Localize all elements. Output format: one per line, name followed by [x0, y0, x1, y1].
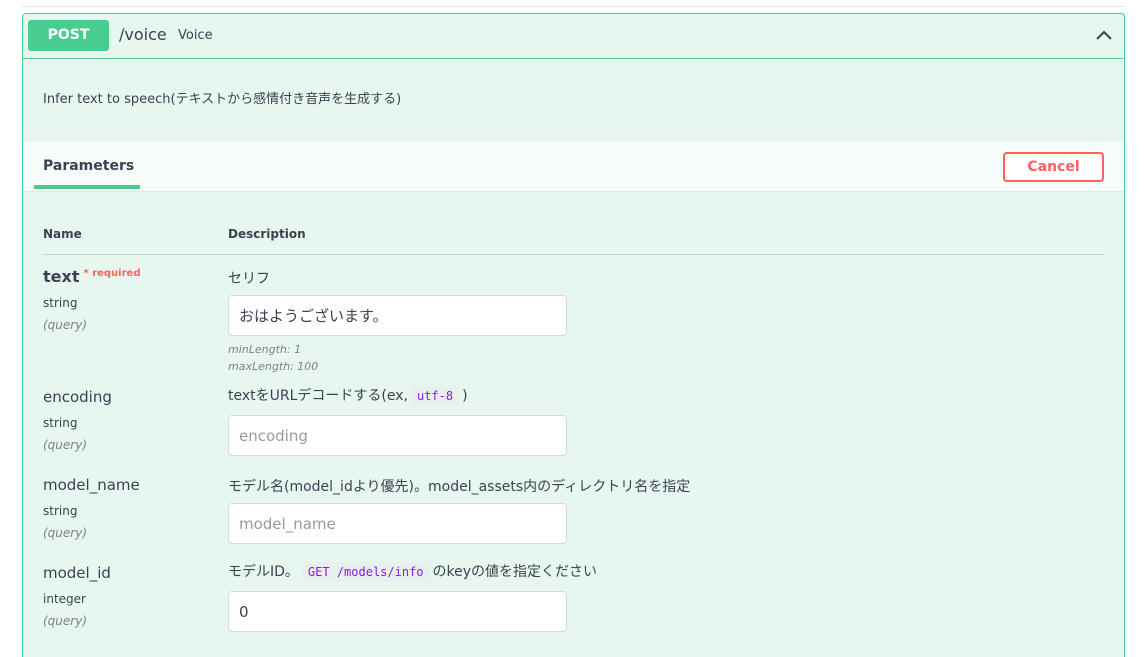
top-divider [22, 6, 1125, 7]
param-description-encoding: textをURLデコードする(ex, utf-8) [228, 385, 468, 406]
description-text: モデルID。 [228, 564, 299, 580]
param-type-text: string [43, 296, 78, 310]
description-text: のkeyの値を指定ください [432, 564, 598, 580]
operation-summary[interactable]: POST /voice Voice [23, 14, 1124, 59]
param-type-model-id: integer [43, 592, 86, 606]
param-name-encoding: encoding [43, 388, 112, 406]
chevron-up-icon[interactable] [1095, 28, 1113, 42]
inline-code: utf-8 [410, 386, 460, 406]
param-name-model-id: model_id [43, 564, 111, 582]
operation-description: Infer text to speech(テキストから感情付き音声を生成する) [43, 92, 402, 107]
param-description-text: セリフ [228, 271, 270, 287]
encoding-input[interactable] [228, 415, 567, 456]
param-description-model-name: モデル名(model_idより優先)。model_assets内のディレクトリ名… [228, 479, 691, 495]
column-header-description: Description [228, 227, 306, 241]
column-header-name: Name [43, 227, 82, 241]
text-input[interactable] [228, 295, 567, 336]
param-location-model-name: (query) [43, 526, 88, 540]
operation-block-post-voice: POST /voice Voice Infer text to speech(テ… [22, 13, 1125, 657]
param-location-encoding: (query) [43, 438, 88, 452]
header-divider [43, 254, 1104, 255]
description-text: textをURLデコードする(ex, [228, 388, 408, 404]
operation-summary-text: Voice [178, 28, 213, 43]
param-type-encoding: string [43, 416, 78, 430]
tab-parameters[interactable]: Parameters [43, 158, 134, 174]
required-label: required [92, 268, 141, 279]
tab-active-indicator [34, 185, 140, 189]
cancel-button[interactable]: Cancel [1003, 152, 1104, 182]
model-id-input[interactable] [228, 591, 567, 632]
param-name-label: text [43, 267, 80, 286]
min-length-constraint: minLength: 1 [228, 343, 302, 356]
param-location-model-id: (query) [43, 614, 88, 628]
model-name-input[interactable] [228, 503, 567, 544]
required-marker: * required [83, 268, 141, 279]
param-location-text: (query) [43, 318, 88, 332]
param-type-model-name: string [43, 504, 78, 518]
parameters-tab-header: Parameters Cancel [23, 142, 1124, 192]
param-name-text: text * required [43, 267, 140, 286]
param-name-model-name: model_name [43, 476, 140, 494]
max-length-constraint: maxLength: 100 [228, 360, 319, 373]
param-description-model-id: モデルID。 GET /models/info のkeyの値を指定ください [228, 561, 597, 582]
http-method-badge: POST [28, 20, 109, 51]
description-text: ) [462, 388, 468, 404]
operation-path: /voice [119, 25, 167, 44]
inline-code: GET /models/info [301, 562, 430, 582]
